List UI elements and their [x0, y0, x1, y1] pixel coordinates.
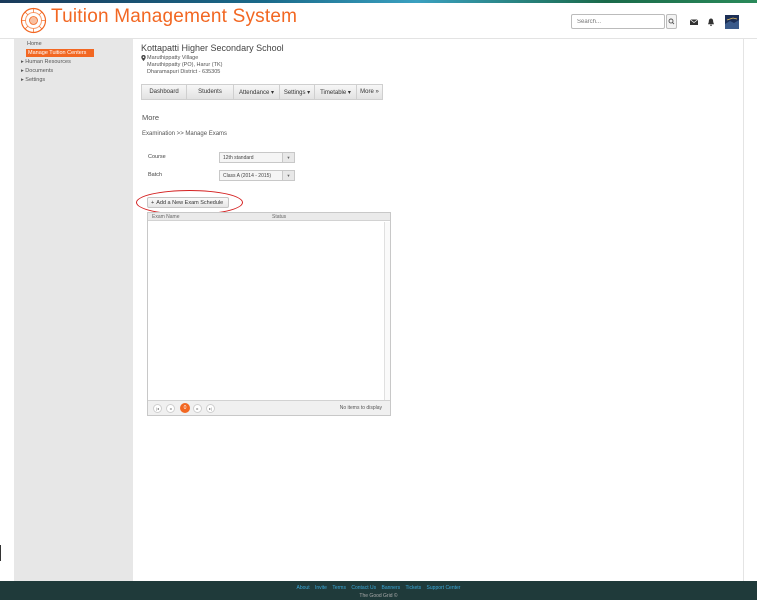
app-header: Tuition Management System [0, 3, 757, 39]
school-name: Kottapatti Higher Secondary School [141, 43, 284, 53]
search-input[interactable] [571, 14, 665, 29]
nav-more[interactable]: More » [357, 85, 382, 99]
course-select[interactable]: 12th standard ▼ [219, 152, 295, 163]
sidebar-item-manage-tuition-centers[interactable]: Manage Tuition Centers [26, 49, 94, 57]
last-page-icon[interactable]: ▸| [206, 404, 215, 413]
sidebar-item-documents[interactable]: ▸ Documents [21, 68, 53, 74]
current-page[interactable]: 0 [180, 403, 190, 413]
batch-select-value: Class A (2014 - 2015) [223, 173, 272, 179]
course-label: Course [148, 154, 166, 160]
footer-link-invite[interactable]: Invite [315, 585, 327, 591]
grid-pager: |◂ ◂ 0 ▸ ▸| No items to display [148, 400, 390, 415]
footer-copyright: The Good Grid © [359, 593, 398, 599]
footer-link-support-center[interactable]: Support Center [427, 585, 461, 591]
map-pin-icon [141, 55, 146, 61]
grid-empty-status: No items to display [339, 405, 382, 411]
logo-emblem-icon [20, 7, 47, 34]
window-edge-marker [0, 545, 1, 561]
footer-link-tickets[interactable]: Tickets [406, 585, 422, 591]
address-line: Maruthippatty (PO), Harur (TK) [147, 62, 223, 68]
search-button[interactable] [666, 14, 677, 29]
nav-attendance[interactable]: Attendance ▾ [234, 85, 280, 99]
exams-grid: Exam Name Status |◂ ◂ 0 ▸ ▸| No items to… [147, 212, 391, 416]
sidebar-item-home[interactable]: Home [27, 41, 42, 47]
search-icon [668, 18, 675, 25]
prev-page-icon[interactable]: ◂ [166, 404, 175, 413]
address-line: Dharamapuri District - 635305 [147, 69, 221, 75]
nav-dashboard[interactable]: Dashboard [142, 85, 187, 99]
sidebar-item-label: Human Resources [25, 59, 71, 65]
address-line: Maruthippatty Village [147, 55, 199, 61]
chevron-down-icon: ▼ [282, 171, 294, 180]
grid-header: Exam Name Status [148, 213, 390, 221]
section-title: More [142, 113, 160, 122]
nav-timetable[interactable]: Timetable ▾ [315, 85, 357, 99]
nav-students[interactable]: Students [187, 85, 234, 99]
column-header-status[interactable]: Status [272, 214, 286, 220]
next-page-icon[interactable]: ▸ [193, 404, 202, 413]
footer-link-banners[interactable]: Banners [381, 585, 400, 591]
footer-link-terms[interactable]: Terms [332, 585, 346, 591]
app-title: Tuition Management System [51, 6, 298, 27]
content-right-border [743, 39, 744, 581]
chevron-down-icon: ▼ [282, 153, 294, 162]
avatar-image [725, 15, 739, 29]
nav-settings[interactable]: Settings ▾ [280, 85, 315, 99]
sidebar [14, 39, 133, 581]
mail-icon[interactable] [689, 17, 699, 27]
footer-link-contact-us[interactable]: Contact Us [351, 585, 376, 591]
sidebar-item-label: Documents [25, 68, 54, 74]
avatar[interactable] [725, 15, 739, 29]
sidebar-item-label: Settings [25, 77, 46, 83]
grid-scrollbar[interactable] [384, 222, 390, 401]
footer-links: About Invite Terms Contact Us Banners Ti… [0, 585, 757, 591]
batch-select[interactable]: Class A (2014 - 2015) ▼ [219, 170, 295, 181]
bell-icon[interactable] [706, 17, 716, 27]
main-nav: Dashboard Students Attendance ▾ Settings… [141, 84, 383, 100]
breadcrumb: Examination >> Manage Exams [142, 131, 228, 137]
first-page-icon[interactable]: |◂ [153, 404, 162, 413]
batch-label: Batch [148, 172, 163, 178]
footer: About Invite Terms Contact Us Banners Ti… [0, 581, 757, 600]
column-header-exam-name[interactable]: Exam Name [152, 214, 180, 220]
footer-link-about[interactable]: About [297, 585, 310, 591]
sidebar-item-settings[interactable]: ▸ Settings [21, 77, 45, 83]
sidebar-item-human-resources[interactable]: ▸ Human Resources [21, 59, 71, 65]
course-select-value: 12th standard [223, 155, 254, 161]
